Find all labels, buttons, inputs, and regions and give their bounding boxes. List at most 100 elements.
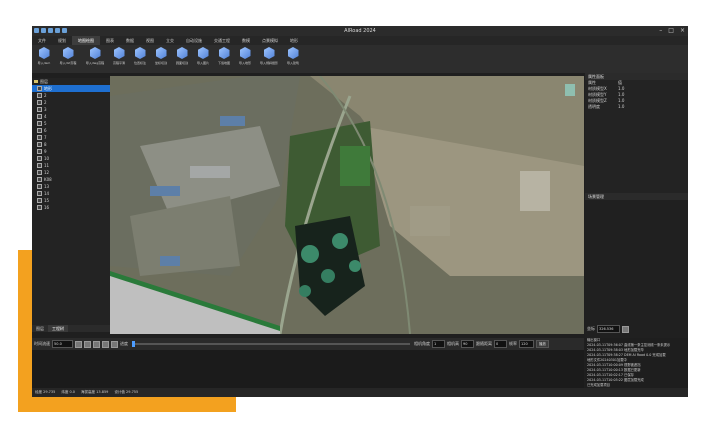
ribbon-button[interactable]: 导入倾斜摄影 <box>256 45 282 71</box>
play-button[interactable]: 播放 <box>536 340 549 348</box>
tree-item[interactable]: 2 <box>32 92 110 99</box>
distance-input[interactable]: 0 <box>494 340 507 348</box>
checkbox[interactable] <box>37 93 42 98</box>
checkbox[interactable] <box>37 86 42 91</box>
property-panel: 属性面板 属性值 材质模型X 1.0 材质模型Y 1.0 材质模型Z 1.0 透明度 1… <box>585 73 688 338</box>
ribbon-button[interactable]: 圆面切割 <box>172 45 192 71</box>
menu-item[interactable]: 数模 <box>236 36 256 45</box>
record-icon[interactable] <box>102 340 109 348</box>
menu-item[interactable]: 立交 <box>160 36 180 45</box>
tree-item[interactable]: 15 <box>32 197 110 204</box>
progress-slider[interactable] <box>132 341 410 347</box>
coord-label: 坐标 <box>587 326 595 331</box>
ribbon-button[interactable]: 下载地图 <box>214 45 234 71</box>
tree-item-selected[interactable]: 地形 <box>32 85 110 92</box>
download-icon <box>218 47 230 59</box>
tree-item[interactable]: 10 <box>32 155 110 162</box>
property-row[interactable]: 透明度 1.0 <box>585 104 688 110</box>
tree-item[interactable]: 14 <box>32 190 110 197</box>
status-bar: 经度 29.735 纬度 0.0 海拔高度 13.859 设计值 29.755 <box>32 388 688 397</box>
tab-project-tree[interactable]: 工程树 <box>48 325 68 332</box>
speed-input[interactable]: 50.0 <box>52 340 73 348</box>
maximize-icon[interactable]: □ <box>668 27 674 34</box>
tree-item[interactable]: 5 <box>32 120 110 127</box>
tree-item[interactable]: 4 <box>32 113 110 120</box>
slider-thumb[interactable] <box>132 341 135 347</box>
close-icon[interactable]: × <box>680 27 685 34</box>
checkbox[interactable] <box>37 100 42 105</box>
ribbon-button[interactable]: 导入建筑 <box>283 45 303 71</box>
menu-item[interactable]: 点景模拟 <box>256 36 284 45</box>
menu-item[interactable]: 自动设施 <box>180 36 208 45</box>
checkbox[interactable] <box>37 191 42 196</box>
ribbon-button[interactable]: 导入dxf高程 <box>55 45 81 71</box>
checkbox[interactable] <box>37 177 42 182</box>
play-icon[interactable] <box>75 340 82 348</box>
height-input[interactable]: 90 <box>461 340 474 348</box>
ribbon-button[interactable]: 坐标切割 <box>151 45 171 71</box>
ribbon-button[interactable]: 位置标注 <box>130 45 150 71</box>
tree-item[interactable]: 3 <box>32 106 110 113</box>
stop-icon[interactable] <box>93 340 100 348</box>
menu-item[interactable]: 数据 <box>120 36 140 45</box>
layer-tree-panel: 图层 地形 2 2 3 4 5 6 7 8 9 10 11 12 K08 13 … <box>32 78 110 325</box>
window-title: AIRoad 2024 <box>344 28 376 34</box>
checkbox[interactable] <box>37 142 42 147</box>
tree-root[interactable]: 图层 <box>32 78 110 85</box>
loop-icon[interactable] <box>111 340 118 348</box>
checkbox[interactable] <box>37 170 42 175</box>
ribbon-button[interactable]: 导入地形 <box>235 45 255 71</box>
ribbon-button[interactable]: 导入图片 <box>193 45 213 71</box>
checkbox[interactable] <box>37 156 42 161</box>
checkbox[interactable] <box>37 184 42 189</box>
menu-item-active[interactable]: 地图绘图 <box>72 36 100 45</box>
checkbox[interactable] <box>37 107 42 112</box>
checkbox[interactable] <box>37 121 42 126</box>
checkbox[interactable] <box>37 135 42 140</box>
checkbox[interactable] <box>37 198 42 203</box>
angle-input[interactable]: 1 <box>432 340 445 348</box>
tree-item[interactable]: 11 <box>32 162 110 169</box>
photo-icon <box>263 47 275 59</box>
tree-item[interactable]: 16 <box>32 204 110 211</box>
ribbon-button[interactable]: 导入dwg高程 <box>82 45 108 71</box>
ribbon-button[interactable]: 高程平滑 <box>109 45 129 71</box>
tree-item[interactable]: 12 <box>32 169 110 176</box>
app-window: AIRoad 2024 – □ × 文件 规划 地图绘图 图表 数据 视图 立交… <box>32 26 688 397</box>
pause-icon[interactable] <box>84 340 91 348</box>
menu-item[interactable]: 地形 <box>284 36 304 45</box>
tree-item[interactable]: 13 <box>32 183 110 190</box>
folder-icon <box>34 80 38 83</box>
ribbon-button[interactable]: 导入dem <box>34 45 54 71</box>
ribbon-toolbar: 导入dem 导入dxf高程 导入dwg高程 高程平滑 位置标注 坐标切割 圆面切… <box>32 45 688 73</box>
checkbox[interactable] <box>37 114 42 119</box>
menu-item[interactable]: 文件 <box>32 36 52 45</box>
checkbox[interactable] <box>37 163 42 168</box>
menu-item[interactable]: 交通工程 <box>208 36 236 45</box>
tree-item[interactable]: K08 <box>32 176 110 183</box>
title-bar: AIRoad 2024 – □ × <box>32 26 688 36</box>
tree-item[interactable]: 2 <box>32 99 110 106</box>
coord-input[interactable]: 326.536 <box>597 325 620 333</box>
menu-item[interactable]: 图表 <box>100 36 120 45</box>
checkbox[interactable] <box>37 205 42 210</box>
minimize-icon[interactable]: – <box>659 27 662 34</box>
tree-item[interactable]: 8 <box>32 141 110 148</box>
left-panel-tabs: 图层 工程树 <box>32 325 110 332</box>
checkbox[interactable] <box>37 149 42 154</box>
checkbox[interactable] <box>37 128 42 133</box>
fps-input[interactable]: 120 <box>519 340 534 348</box>
map-viewport[interactable] <box>110 76 584 334</box>
coord-button[interactable] <box>622 325 629 333</box>
tree-item[interactable]: 6 <box>32 127 110 134</box>
terrain-icon <box>62 47 74 59</box>
property-panel-header: 属性面板 <box>585 73 688 80</box>
tab-layers[interactable]: 图层 <box>32 325 48 332</box>
menu-item[interactable]: 视图 <box>140 36 160 45</box>
tree-item[interactable]: 9 <box>32 148 110 155</box>
bottom-workspace <box>32 350 584 388</box>
status-design: 设计值 29.755 <box>114 390 139 394</box>
scene-panel-header: 场景管理 <box>585 193 688 200</box>
menu-item[interactable]: 规划 <box>52 36 72 45</box>
tree-item[interactable]: 7 <box>32 134 110 141</box>
